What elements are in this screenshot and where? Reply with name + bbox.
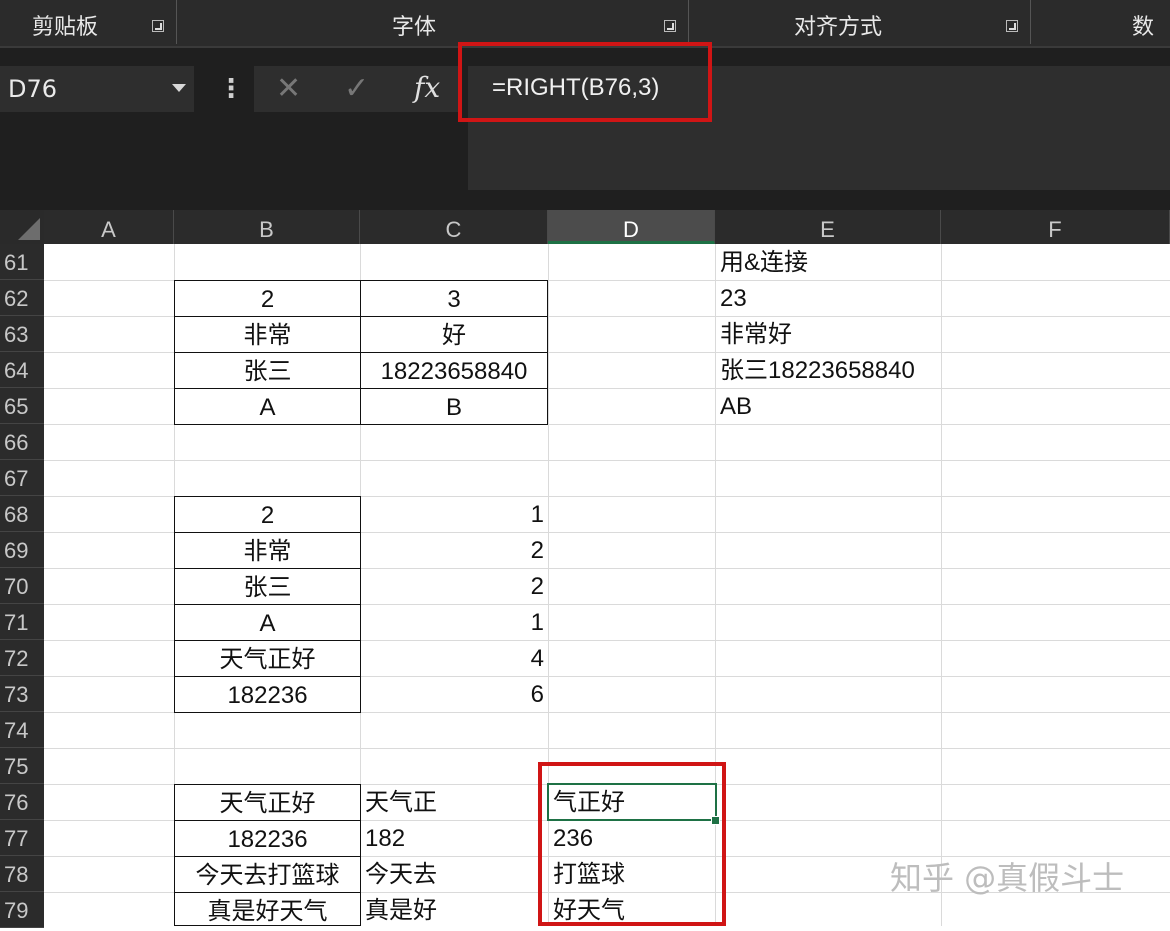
row-header[interactable]: 68 xyxy=(0,496,44,532)
ribbon-group-font[interactable]: 字体 xyxy=(392,0,436,46)
cell-b71[interactable]: A xyxy=(174,604,361,641)
ribbon-separator xyxy=(688,0,689,44)
cell-b70[interactable]: 张三 xyxy=(174,568,361,605)
row-header[interactable]: 72 xyxy=(0,640,44,676)
column-header-b[interactable]: B xyxy=(174,210,360,244)
cell-c65[interactable]: B xyxy=(360,388,548,425)
row-header[interactable]: 62 xyxy=(0,280,44,316)
cell-b78[interactable]: 今天去打篮球 xyxy=(174,856,361,893)
cell-c71[interactable]: 1 xyxy=(360,604,548,640)
cell-b76[interactable]: 天气正好 xyxy=(174,784,361,821)
gridline xyxy=(44,748,1170,749)
spreadsheet-grid: A B C D E F 61 62 63 64 65 66 67 68 69 7… xyxy=(0,210,1170,928)
row-header[interactable]: 70 xyxy=(0,568,44,604)
row-header[interactable]: 66 xyxy=(0,424,44,460)
row-header[interactable]: 64 xyxy=(0,352,44,388)
gridline xyxy=(44,460,1170,461)
cell-b65[interactable]: A xyxy=(174,388,361,425)
select-all-corner[interactable] xyxy=(0,210,44,244)
ribbon-separator xyxy=(1030,0,1031,44)
column-header-a[interactable]: A xyxy=(44,210,174,244)
cell-c62[interactable]: 3 xyxy=(360,280,548,317)
more-options-icon[interactable]: ⋮ xyxy=(218,74,244,104)
column-header-f[interactable]: F xyxy=(941,210,1170,244)
row-header[interactable]: 76 xyxy=(0,784,44,820)
formula-highlight-box xyxy=(458,42,712,122)
cell-c63[interactable]: 好 xyxy=(360,316,548,353)
cell-c70[interactable]: 2 xyxy=(360,568,548,604)
cell-c79[interactable]: 真是好 xyxy=(360,892,548,928)
row-header[interactable]: 75 xyxy=(0,748,44,784)
result-highlight-box xyxy=(538,762,726,926)
insert-function-icon[interactable]: fx xyxy=(414,70,440,106)
cell-e63[interactable]: 非常好 xyxy=(715,316,941,352)
column-header-d[interactable]: D xyxy=(548,210,715,244)
row-header[interactable]: 79 xyxy=(0,892,44,928)
column-header-e[interactable]: E xyxy=(715,210,941,244)
cell-e64[interactable]: 张三18223658840 xyxy=(715,352,941,388)
name-box[interactable]: D76 xyxy=(0,66,194,112)
cell-c64[interactable]: 18223658840 xyxy=(360,352,548,389)
cell-c77[interactable]: 182 xyxy=(360,820,548,856)
row-header[interactable]: 77 xyxy=(0,820,44,856)
cell-b68[interactable]: 2 xyxy=(174,496,361,533)
ribbon-separator xyxy=(176,0,177,44)
ribbon: 剪贴板 字体 对齐方式 数字 xyxy=(0,0,1170,96)
cancel-icon[interactable]: ✕ xyxy=(276,74,301,104)
cell-c78[interactable]: 今天去 xyxy=(360,856,548,892)
row-header[interactable]: 61 xyxy=(0,244,44,280)
cell-b62[interactable]: 2 xyxy=(174,280,361,317)
row-header[interactable]: 63 xyxy=(0,316,44,352)
gridline xyxy=(941,244,942,926)
cell-b69[interactable]: 非常 xyxy=(174,532,361,569)
ribbon-group-clipboard[interactable]: 剪贴板 xyxy=(32,0,98,46)
cell-b72[interactable]: 天气正好 xyxy=(174,640,361,677)
cell-c76[interactable]: 天气正 xyxy=(360,784,548,820)
cell-e62[interactable]: 23 xyxy=(715,280,941,316)
chevron-down-icon[interactable] xyxy=(172,84,186,92)
font-launcher-icon[interactable] xyxy=(664,20,676,32)
cell-b63[interactable]: 非常 xyxy=(174,316,361,353)
row-header[interactable]: 65 xyxy=(0,388,44,424)
cell-b79[interactable]: 真是好天气 xyxy=(174,892,361,926)
cell-b77[interactable]: 182236 xyxy=(174,820,361,857)
cell-b73[interactable]: 182236 xyxy=(174,676,361,713)
row-header[interactable]: 73 xyxy=(0,676,44,712)
alignment-launcher-icon[interactable] xyxy=(1006,20,1018,32)
row-header[interactable]: 74 xyxy=(0,712,44,748)
cell-b64[interactable]: 张三 xyxy=(174,352,361,389)
cell-c73[interactable]: 6 xyxy=(360,676,548,712)
column-header-c[interactable]: C xyxy=(360,210,548,244)
enter-check-icon[interactable]: ✓ xyxy=(344,74,369,104)
cell-c69[interactable]: 2 xyxy=(360,532,548,568)
ribbon-group-alignment[interactable]: 对齐方式 xyxy=(794,0,882,46)
row-header[interactable]: 67 xyxy=(0,460,44,496)
row-header[interactable]: 71 xyxy=(0,604,44,640)
row-header[interactable]: 78 xyxy=(0,856,44,892)
ribbon-group-number[interactable]: 数字 xyxy=(1132,0,1170,96)
row-header[interactable]: 69 xyxy=(0,532,44,568)
clipboard-launcher-icon[interactable] xyxy=(152,20,164,32)
cell-e61[interactable]: 用&连接 xyxy=(715,244,941,280)
cell-c68[interactable]: 1 xyxy=(360,496,548,532)
cell-c72[interactable]: 4 xyxy=(360,640,548,676)
watermark-text: 知乎 @真假斗士 xyxy=(890,859,1125,897)
cell-e65[interactable]: AB xyxy=(715,388,941,424)
